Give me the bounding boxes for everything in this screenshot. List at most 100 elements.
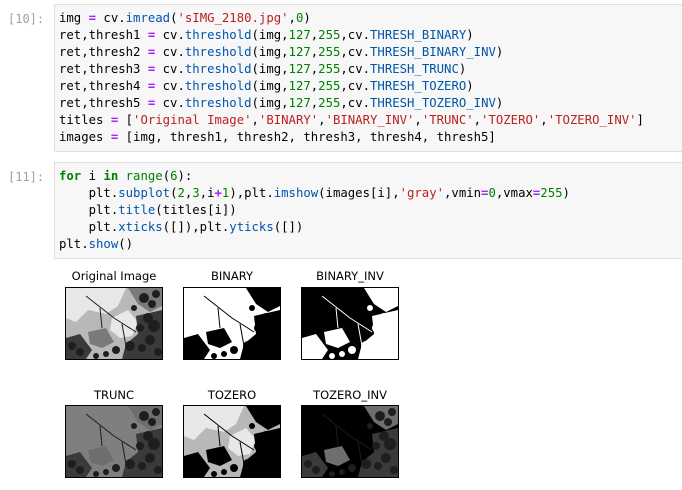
cell-prompt: [11]: [8, 170, 45, 184]
cell-prompt: [10]: [8, 12, 45, 26]
code-token: + [214, 186, 222, 200]
code-line: plt.xticks([]),plt.yticks([]) [59, 219, 570, 236]
code-token: 3 [192, 186, 200, 200]
code-token: plt. [59, 203, 119, 217]
image-svg [302, 288, 398, 359]
code-token: xticks [118, 220, 163, 234]
code-line: ret,thresh2 = cv.threshold(img,127,255,c… [59, 44, 644, 61]
code-token: cv. [155, 45, 185, 59]
code-token: , [414, 113, 422, 127]
code-token: img [59, 11, 89, 25]
code-token: THRESH_BINARY [370, 28, 467, 42]
code-cell-11[interactable]: [11]: for i in range(6): plt.subplot(2,3… [0, 162, 682, 259]
code-token: [img, thresh1, thresh2, thresh3, thresh4… [118, 130, 496, 144]
code-token: 6 [170, 169, 178, 183]
subplot-image [65, 405, 163, 478]
code-token: , [318, 113, 326, 127]
image-svg [184, 406, 280, 477]
code-token: [ [118, 113, 134, 127]
subplot-image [301, 287, 399, 360]
code-line: plt.title(titles[i]) [59, 202, 570, 219]
code-token: ret,thresh2 [59, 45, 148, 59]
code-token: cv. [155, 28, 185, 42]
subplot-title: TRUNC [93, 388, 135, 402]
code-token: ,vmin [444, 186, 482, 200]
code-cell-10[interactable]: [10]: img = cv.imread('sIMG_2180.jpg',0)… [0, 4, 682, 152]
code-editor[interactable]: for i in range(6): plt.subplot(2,3,i+1),… [59, 168, 570, 253]
code-token: ret,thresh3 [59, 62, 148, 76]
code-token: THRESH_TOZERO [370, 79, 467, 93]
code-token: , [540, 113, 548, 127]
code-token: ) [466, 28, 474, 42]
code-token: THRESH_TRUNC [370, 62, 459, 76]
image-svg [184, 288, 280, 359]
code-token: ) [562, 186, 570, 200]
code-token: ) [303, 11, 311, 25]
code-token: 'BINARY' [258, 113, 319, 127]
code-token: 'sIMG_2180.jpg' [177, 11, 289, 25]
code-editor[interactable]: img = cv.imread('sIMG_2180.jpg',0) ret,th… [59, 10, 644, 146]
code-token: title [118, 203, 156, 217]
code-line: plt.show() [59, 236, 570, 253]
subplot-title: BINARY_INV [316, 269, 384, 283]
code-token: ) [495, 45, 504, 59]
code-token: ( [162, 169, 171, 183]
subplot-image [183, 405, 281, 478]
code-token: imshow [273, 186, 319, 200]
code-token: show [88, 237, 119, 251]
output-figure: Original Image BINARY BINARY_INV TRUNC T… [54, 262, 454, 490]
code-token: 'gray' [399, 186, 445, 200]
code-token: ,cv. [340, 79, 371, 93]
code-input-area[interactable]: img = cv.imread('sIMG_2180.jpg',0) ret,th… [54, 4, 682, 152]
code-token: subplot [118, 186, 171, 200]
code-token: () [118, 237, 134, 251]
code-token: threshold [184, 79, 252, 93]
code-token: cv. [155, 79, 185, 93]
code-token: ,cv. [340, 96, 371, 110]
code-token: 255 [540, 186, 563, 200]
code-token: 'TRUNC' [421, 113, 474, 127]
code-token: (img, [251, 62, 289, 76]
subplot-title: TOZERO [207, 388, 257, 402]
code-token: (img, [251, 28, 289, 42]
subplot-image [301, 405, 399, 478]
code-token: THRESH_BINARY_INV [370, 45, 496, 59]
code-token: ,vmax [495, 186, 533, 200]
code-token: 255 [318, 79, 341, 93]
subplot-image [183, 287, 281, 360]
image-svg [66, 288, 162, 359]
code-token: ,cv. [340, 62, 371, 76]
code-token: ),plt. [229, 186, 274, 200]
code-line: for i in range(6): [59, 168, 570, 185]
code-token: 255 [318, 62, 341, 76]
code-line: ret,thresh3 = cv.threshold(img,127,255,c… [59, 61, 644, 78]
code-token: threshold [184, 96, 252, 110]
code-token: plt. [59, 220, 119, 234]
code-token: ret,thresh5 [59, 96, 148, 110]
code-line: ret,thresh5 = cv.threshold(img,127,255,c… [59, 95, 644, 112]
code-token: ) [495, 96, 504, 110]
code-token: 255 [318, 28, 341, 42]
code-line: titles = ['Original Image','BINARY','BIN… [59, 112, 644, 129]
code-token: 'BINARY_INV' [325, 113, 415, 127]
code-token: ) [466, 79, 474, 93]
code-token: titles [59, 113, 111, 127]
code-token: (img, [251, 96, 289, 110]
code-token: 127 [288, 96, 311, 110]
code-token: 127 [288, 62, 311, 76]
code-token: ([]) [273, 220, 304, 234]
code-token: 255 [318, 96, 341, 110]
code-line: images = [img, thresh1, thresh2, thresh3… [59, 129, 644, 146]
subplot-image [65, 287, 163, 360]
code-token: (img, [251, 79, 289, 93]
code-token: THRESH_TOZERO_INV [370, 96, 496, 110]
code-token: for [59, 169, 82, 183]
code-input-area[interactable]: for i in range(6): plt.subplot(2,3,i+1),… [54, 162, 682, 259]
code-token: (img, [251, 45, 289, 59]
code-token: ,i [199, 186, 215, 200]
code-token: threshold [184, 62, 252, 76]
code-token: plt. [59, 186, 119, 200]
code-line: plt.subplot(2,3,i+1),plt.imshow(images[i… [59, 185, 570, 202]
code-token: ,cv. [340, 28, 371, 42]
